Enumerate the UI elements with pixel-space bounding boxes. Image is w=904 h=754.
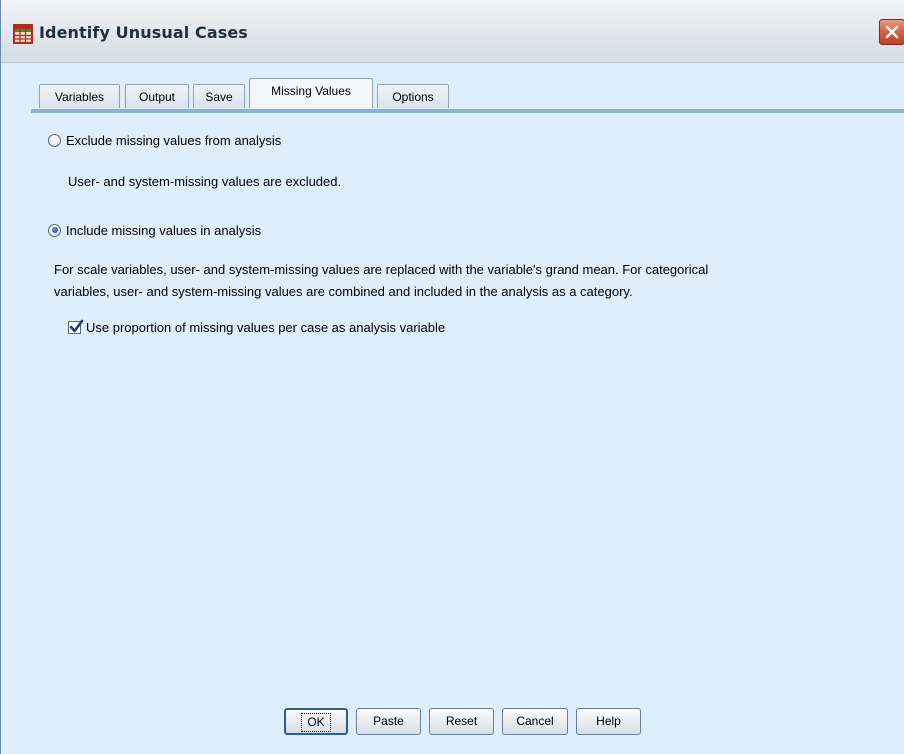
tab-variables[interactable]: Variables (39, 84, 120, 108)
proportion-checkbox-label: Use proportion of missing values per cas… (86, 319, 446, 335)
proportion-checkbox[interactable] (68, 319, 84, 334)
grid-app-icon (13, 24, 33, 44)
close-button[interactable] (879, 19, 904, 45)
ok-button-label: OK (301, 713, 331, 732)
include-missing-radio[interactable] (48, 223, 61, 237)
exclude-description: User- and system-missing values are excl… (68, 174, 342, 189)
tab-missing-values[interactable]: Missing Values (249, 78, 373, 108)
proportion-checkbox-row[interactable]: Use proportion of missing values per cas… (68, 318, 445, 336)
tab-save[interactable]: Save (193, 84, 245, 108)
exclude-missing-radio-row[interactable]: Exclude missing values from analysis (48, 131, 281, 149)
paste-button[interactable]: Paste (356, 708, 421, 735)
include-description-line-1: For scale variables, user- and system-mi… (54, 262, 709, 277)
exclude-missing-radio[interactable] (48, 133, 61, 147)
tab-options[interactable]: Options (377, 84, 449, 108)
window-title: Identify Unusual Cases (39, 23, 248, 42)
close-x-icon (885, 25, 899, 39)
help-button[interactable]: Help (576, 708, 641, 735)
include-missing-radio-row[interactable]: Include missing values in analysis (48, 221, 261, 239)
include-description-line-2: variables, user- and system-missing valu… (54, 284, 633, 299)
tab-strip: Variables Output Save Missing Values Opt… (1, 78, 904, 112)
dialog-window: Identify Unusual Cases Variables Output … (0, 0, 904, 754)
ok-button[interactable]: OK (284, 708, 348, 735)
checkmark-icon (69, 319, 84, 332)
button-bar: OK Paste Reset Cancel Help (1, 708, 904, 736)
include-missing-label: Include missing values in analysis (66, 222, 262, 238)
title-bar[interactable]: Identify Unusual Cases (1, 0, 904, 63)
cancel-button[interactable]: Cancel (502, 708, 568, 735)
tab-panel-border (31, 109, 904, 113)
exclude-missing-label: Exclude missing values from analysis (66, 132, 282, 148)
reset-button[interactable]: Reset (429, 708, 494, 735)
tab-output[interactable]: Output (125, 84, 189, 108)
